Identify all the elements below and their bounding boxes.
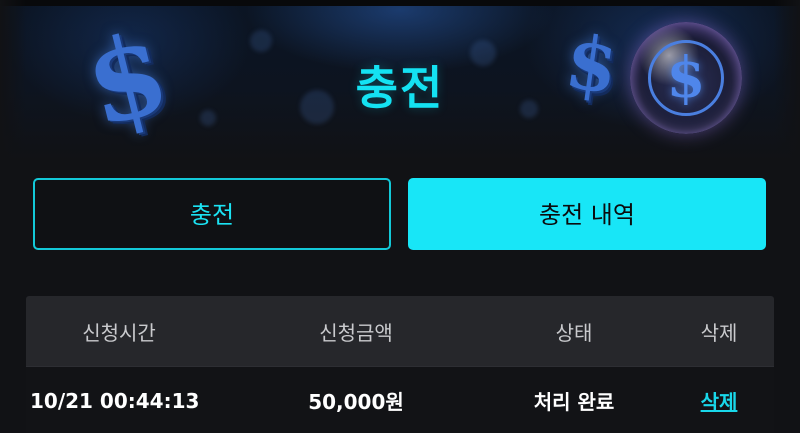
status-cell: 처리 완료 [533, 390, 615, 414]
header-delete: 삭제 [700, 320, 738, 345]
table-row: 10/21 00:44:13 50,000원 처리 완료 삭제 [26, 366, 774, 433]
request-amount-cell: 50,000원 [308, 390, 404, 414]
header-request-time: 신청시간 [82, 320, 156, 345]
charge-page: $ $ $ 충전 충전 충전 내역 신청시간 신청금액 상태 삭제 10/21 … [0, 0, 800, 433]
charge-history-table: 신청시간 신청금액 상태 삭제 10/21 00:44:13 50,000원 처… [26, 296, 774, 433]
bokeh-light [250, 30, 272, 52]
table-header-row: 신청시간 신청금액 상태 삭제 [26, 296, 774, 366]
top-bar [0, 0, 800, 6]
request-time-cell: 10/21 00:44:13 [30, 388, 200, 413]
header-status: 상태 [555, 320, 593, 345]
header-request-amount: 신청금액 [319, 320, 393, 345]
banner-edge-right [774, 0, 800, 160]
tab-charge-history[interactable]: 충전 내역 [408, 178, 766, 250]
banner-edge-left [0, 0, 26, 160]
tab-charge[interactable]: 충전 [33, 178, 391, 250]
delete-link[interactable]: 삭제 [701, 386, 738, 415]
page-title: 충전 [355, 61, 445, 115]
charge-banner: $ $ $ 충전 [0, 0, 800, 160]
delete-cell: 삭제 [676, 367, 762, 433]
